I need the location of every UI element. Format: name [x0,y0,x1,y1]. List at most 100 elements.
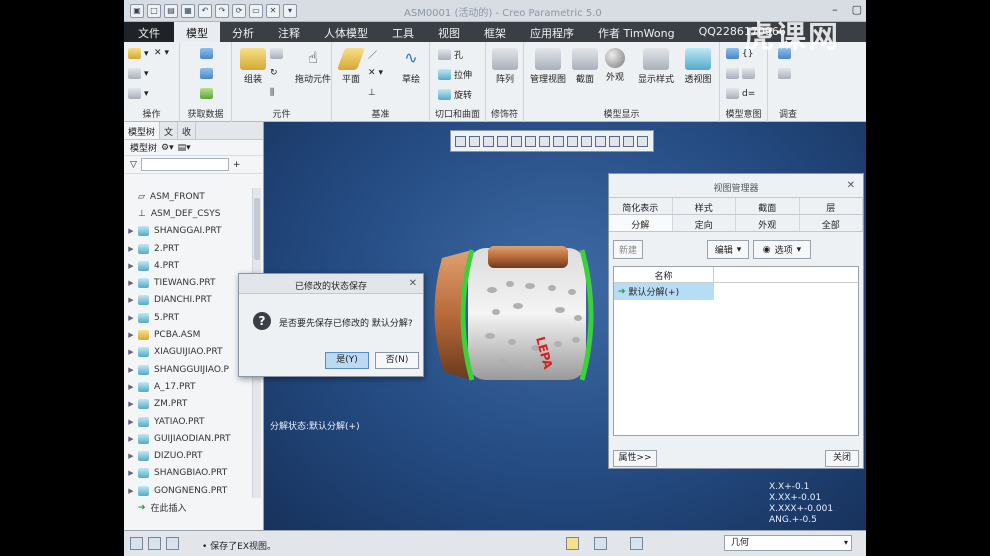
tab-tools[interactable]: 工具 [380,22,426,42]
plane-display-icon[interactable] [623,135,634,147]
tab-model-tree[interactable]: 模型树 [124,122,161,139]
view-manager-close-icon[interactable]: ✕ [847,180,855,191]
section-button[interactable]: 截面 [570,48,600,85]
saved-orientations-icon[interactable] [525,135,536,147]
point-button[interactable]: ✕ ▾ [368,68,383,78]
tab-manikin[interactable]: 人体模型 [312,22,380,42]
display-style-icon[interactable] [511,135,522,147]
binoculars-icon[interactable] [594,537,607,550]
select-box-icon[interactable] [630,537,643,550]
tree-item[interactable]: ▶ 5.PRT [124,309,250,326]
relations-button[interactable]: d= [726,88,755,99]
tree-item[interactable]: ▱ ASM_FRONT [124,188,250,205]
merge-button[interactable] [200,88,213,99]
appearance-button[interactable]: 外观 [600,48,630,83]
column-name[interactable]: 名称 [614,267,714,282]
mirror-button[interactable]: ⫼ [270,88,274,98]
tab-applications[interactable]: 应用程序 [518,22,586,42]
manage-views-button[interactable]: 管理视图 [528,48,568,85]
hole-button[interactable]: 孔 [438,48,463,61]
expand-arrow-icon[interactable]: ▶ [124,435,138,443]
csys-display-icon[interactable] [595,135,606,147]
paste-button[interactable]: ▾ [128,88,149,99]
regen-button[interactable]: ▾ [128,48,149,59]
tree-item[interactable]: ▶ TIEWANG.PRT [124,274,250,291]
window-icon[interactable]: ▭ [249,3,263,18]
tree-columns-icon[interactable]: ▤▾ [178,143,191,153]
revolve-button[interactable]: 旋转 [438,88,472,101]
tree-item[interactable]: ▶ DIANCHI.PRT [124,292,250,309]
tree-item[interactable]: ▶ 2.PRT [124,240,250,257]
regenerate-icon[interactable]: ⟳ [232,3,246,18]
create-button[interactable] [270,48,283,59]
properties-button[interactable]: 属性>> [613,450,657,467]
point-display-icon[interactable] [609,135,620,147]
new-button[interactable]: 新建 [613,240,643,259]
expand-arrow-icon[interactable]: ▶ [124,227,138,235]
expand-arrow-icon[interactable]: ▶ [124,296,138,304]
repaint-icon[interactable] [497,135,508,147]
redo-icon[interactable]: ↷ [215,3,229,18]
tab-style[interactable]: 样式 [673,198,736,214]
flag-icon[interactable] [566,537,579,550]
reference-viewer-button[interactable] [778,68,791,79]
annotation-display-icon[interactable] [567,135,578,147]
extrude-button[interactable]: 拉伸 [438,68,472,81]
expand-arrow-icon[interactable]: ▶ [124,452,138,460]
tree-item[interactable]: ▶ A_17.PRT [124,378,250,395]
close-window-icon[interactable]: ✕ [266,3,280,18]
tab-framework[interactable]: 框架 [472,22,518,42]
expand-arrow-icon[interactable]: ▶ [124,262,138,270]
tree-search-input[interactable] [140,158,229,171]
tree-scroll-thumb[interactable] [254,198,260,260]
tab-simplified-rep[interactable]: 简化表示 [609,198,673,214]
filter-icon[interactable]: ▽ [130,160,137,170]
tree-item[interactable]: ▶ ZM.PRT [124,396,250,413]
tab-all[interactable]: 全部 [800,215,863,231]
delete-button[interactable]: ✕ ▾ [154,48,169,58]
open-icon[interactable]: ▤ [164,3,178,18]
edit-button[interactable]: 编辑 ▾ [707,240,749,259]
copy-geom-button[interactable] [200,68,213,79]
plane-button[interactable]: 平面 [336,48,366,85]
tree-item[interactable]: ▶ 4.PRT [124,257,250,274]
tab-annotate[interactable]: 注释 [266,22,312,42]
expand-arrow-icon[interactable]: ▶ [124,366,138,374]
expand-arrow-icon[interactable]: ▶ [124,314,138,322]
undo-icon[interactable]: ↶ [198,3,212,18]
refit-icon[interactable] [455,135,466,147]
tree-item[interactable]: ▶ SHANGGUIJIAO.P [124,361,250,378]
tree-item[interactable]: ▶ DIZUO.PRT [124,447,250,464]
tree-item[interactable]: ➔ 在此插入 [124,499,250,516]
pattern-button[interactable]: 阵列 [490,48,520,85]
model-graphic[interactable]: LEPA [432,240,607,390]
repeat-button[interactable]: ↻ [270,68,278,78]
datum-display-icon[interactable] [553,135,564,147]
tab-layers[interactable]: 层 [800,198,863,214]
copy-button[interactable]: ▾ [128,68,149,79]
tree-item[interactable]: ▶ GUIJIAODIAN.PRT [124,430,250,447]
csys-button[interactable]: ⊥ [368,88,376,98]
maximize-icon[interactable]: ▢ [852,3,862,16]
options-button[interactable]: ◉ 选项 ▾ [753,240,811,259]
tab-sections[interactable]: 截面 [736,198,800,214]
tree-item[interactable]: ▶ XIAGUIJIAO.PRT [124,344,250,361]
assemble-button[interactable]: 组装 [238,48,268,85]
nav-toggle-icon[interactable] [130,537,143,550]
tree-item[interactable]: ▶ PCBA.ASM [124,326,250,343]
expand-arrow-icon[interactable]: ▶ [124,469,138,477]
no-button[interactable]: 否(N) [375,352,419,369]
new-icon[interactable]: □ [147,3,161,18]
expand-arrow-icon[interactable]: ▶ [124,279,138,287]
customize-icon[interactable]: ▾ [283,3,297,18]
selection-filter[interactable]: 几何 ▾ [724,535,852,551]
tree-item[interactable]: ▶ SHANGBIAO.PRT [124,465,250,482]
tab-appearance[interactable]: 外观 [736,215,800,231]
tree-item[interactable]: ▶ GONGNENG.PRT [124,482,250,499]
tab-model[interactable]: 模型 [174,22,220,42]
tab-analysis[interactable]: 分析 [220,22,266,42]
zoom-in-icon[interactable] [469,135,480,147]
view-manager-icon[interactable] [539,135,550,147]
browser-toggle-icon[interactable] [148,537,161,550]
expand-arrow-icon[interactable]: ▶ [124,245,138,253]
